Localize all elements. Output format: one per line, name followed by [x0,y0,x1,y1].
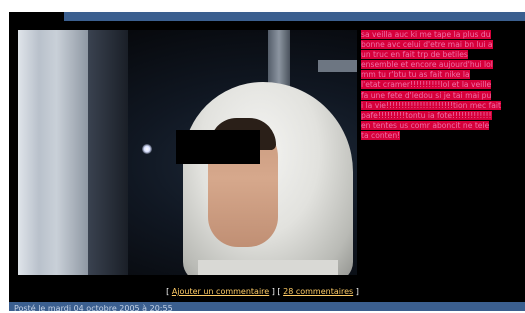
message-line: i la vie!!!!!!!!!!!!!!!!!!!!!!tion mec f… [361,100,501,110]
post-message: sa veilla auc ki me tape la plus du bonne… [361,30,525,146]
message-line: ensemble et encore aujourd'hui lol [361,60,493,70]
face-redaction-bar [176,130,260,164]
message-line: bonne avc celui d'etre mai bn lui a [361,40,493,50]
message-line: fa une fete d'ledou si je tai mai pu [361,90,492,100]
post-links: [ Ajouter un commentaire ] [ 28 commenta… [0,287,525,296]
bracket-separator: ] [ [271,287,281,296]
photo-shirt [198,260,338,275]
add-comment-link[interactable]: Ajouter un commentaire [172,287,269,296]
bracket-open: [ [166,287,170,296]
message-line: mm tu r'btu tu as fait nike la [361,70,470,80]
post-message-text: sa veilla auc ki me tape la plus du bonne… [361,30,525,141]
bracket-close: ] [355,287,359,296]
message-line: un truc en fait trp de betiles [361,50,468,60]
message-line: l'etat cramer!!!!!!!!!!lol et la veille [361,80,492,90]
message-line: ta conten! [361,130,401,140]
message-line: en tentes us comr aboncit ne tele [361,120,490,130]
photo-light [142,144,152,154]
comments-link[interactable]: 28 commentaires [283,287,353,296]
photo-window-detail [318,60,357,72]
message-line: sa veilla auc ki me tape la plus du [361,30,491,39]
photo-shadow [88,30,128,275]
posted-date: Posté le mardi 04 octobre 2005 à 20:55 [14,304,173,313]
header-bar [9,12,525,21]
blog-post: sa veilla auc ki me tape la plus du bonne… [0,0,525,313]
title-redaction [9,12,64,31]
photo-curtain [18,30,88,275]
message-line: pafe!!!!!!!!!tontu ia fote!!!!!!!!!!!!! [361,110,492,120]
